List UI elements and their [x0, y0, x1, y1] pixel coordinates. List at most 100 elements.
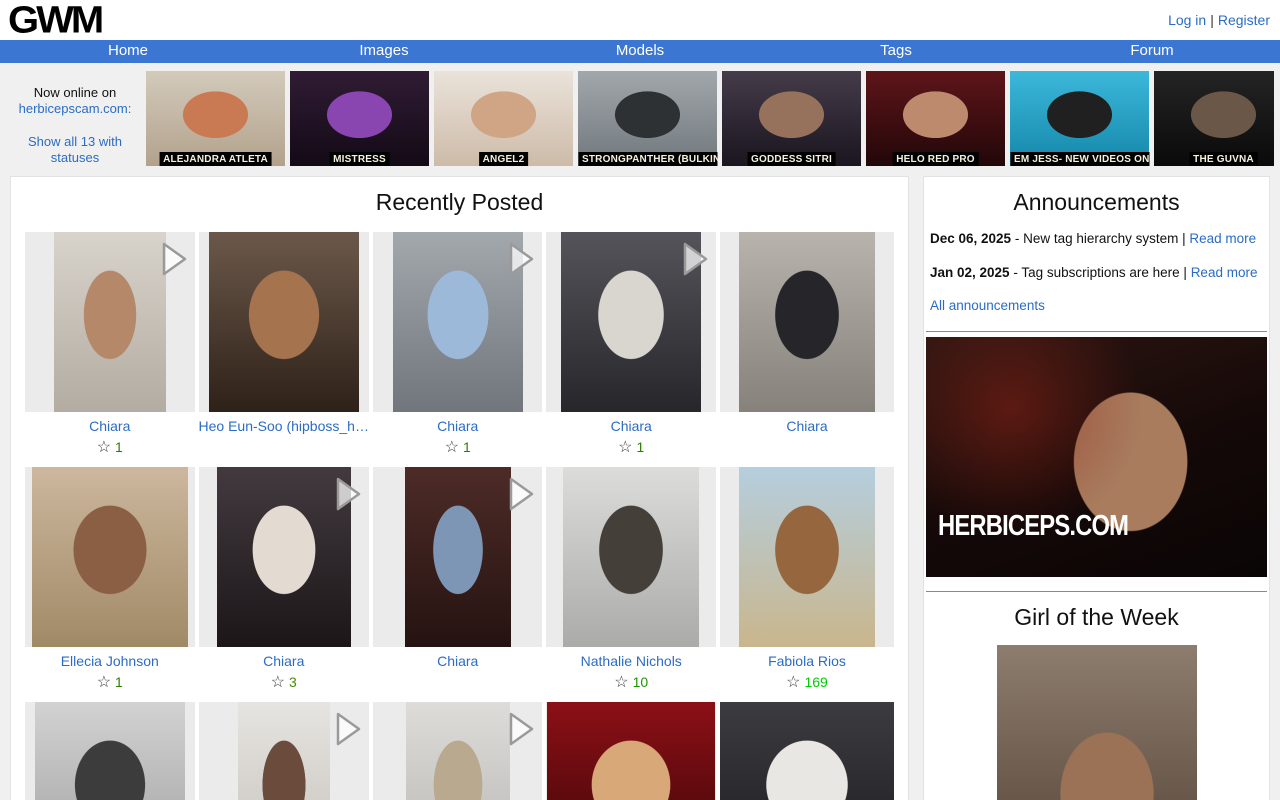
- post-model-link[interactable]: Chiara: [546, 418, 716, 434]
- post-thumbnail[interactable]: [720, 702, 894, 800]
- site-logo[interactable]: GWM: [8, 2, 101, 38]
- online-model-thumb[interactable]: GODDESS SITRI: [722, 71, 861, 166]
- star-count: 169: [804, 674, 827, 690]
- announcements-title: Announcements: [926, 189, 1267, 216]
- star-count-row: ☆1: [373, 437, 543, 455]
- online-model-thumb[interactable]: ANGEL2: [434, 71, 573, 166]
- girl-of-the-week-photo[interactable]: [997, 645, 1197, 800]
- post-cell: [546, 702, 716, 800]
- post-model-link[interactable]: Fabiola Rios: [720, 653, 894, 669]
- star-count-row: ☆1: [25, 672, 195, 690]
- post-cell: Chiara: [373, 467, 543, 690]
- model-name-caption: MISTRESS: [329, 152, 390, 166]
- read-more-link[interactable]: Read more: [1189, 231, 1256, 246]
- online-models-row: ALEJANDRA ATLETA MISTRESS ANGEL2 STRONGP…: [146, 71, 1274, 166]
- post-thumbnail[interactable]: [25, 232, 195, 412]
- post-cell: Nathalie Nichols ☆ 10: [546, 467, 716, 690]
- post-thumbnail[interactable]: [199, 232, 369, 412]
- auth-separator: |: [1210, 12, 1214, 28]
- nav-item-images[interactable]: Images: [256, 40, 512, 63]
- post-thumbnail[interactable]: [546, 467, 716, 647]
- nav-item-tags[interactable]: Tags: [768, 40, 1024, 63]
- divider: [926, 331, 1267, 332]
- post-photo: [739, 467, 875, 647]
- announcement-item: Dec 06, 2025 - New tag hierarchy system …: [930, 230, 1263, 249]
- post-photo: [209, 232, 359, 412]
- herbicepscam-link[interactable]: herbicepscam.com:: [19, 101, 132, 116]
- play-icon: [159, 240, 189, 283]
- online-model-thumb[interactable]: MISTRESS: [290, 71, 429, 166]
- announcement-text: - Tag subscriptions are here |: [1010, 265, 1191, 280]
- post-thumbnail[interactable]: [199, 702, 369, 800]
- post-thumbnail[interactable]: [373, 467, 543, 647]
- post-thumbnail[interactable]: [373, 232, 543, 412]
- model-name-caption: STRONGPANTHER (BULKIN: [578, 152, 717, 166]
- star-count-row: ☆3: [199, 672, 369, 690]
- star-icon: ☆: [614, 674, 628, 691]
- star-count-row: ☆169: [720, 672, 894, 690]
- announcement-date: Dec 06, 2025: [930, 231, 1011, 246]
- read-more-link[interactable]: Read more: [1191, 265, 1258, 280]
- post-model-link[interactable]: Chiara: [373, 653, 543, 669]
- online-line1: Now online on: [4, 85, 146, 101]
- nav-item-home[interactable]: Home: [0, 40, 256, 63]
- post-thumbnail[interactable]: [199, 467, 369, 647]
- post-thumbnail[interactable]: [25, 467, 195, 647]
- online-model-thumb[interactable]: THE GUVNA: [1154, 71, 1274, 166]
- online-info-panel: Now online on herbicepscam.com: Show all…: [4, 71, 146, 166]
- online-model-thumb[interactable]: ALEJANDRA ATLETA: [146, 71, 285, 166]
- star-icon: ☆: [271, 674, 285, 691]
- post-model-link[interactable]: Nathalie Nichols: [546, 653, 716, 669]
- post-model-link[interactable]: Chiara: [720, 418, 894, 434]
- content-area: Recently Posted Chiara ☆1: [0, 176, 1280, 800]
- model-name-caption: THE GUVNA: [1189, 152, 1258, 166]
- main-nav: HomeImagesModelsTagsForum: [0, 40, 1280, 63]
- post-model-link[interactable]: Ellecia Johnson: [25, 653, 195, 669]
- star-count: 1: [115, 439, 123, 455]
- post-cell: [199, 702, 369, 800]
- login-link[interactable]: Log in: [1168, 12, 1206, 28]
- post-thumbnail[interactable]: [25, 702, 195, 800]
- star-icon: ☆: [97, 439, 111, 456]
- post-thumbnail[interactable]: [546, 232, 716, 412]
- model-name-caption: GODDESS SITRI: [747, 152, 836, 166]
- star-icon: ☆: [445, 439, 459, 456]
- register-link[interactable]: Register: [1218, 12, 1270, 28]
- post-photo: [405, 467, 511, 647]
- post-cell: [25, 702, 195, 800]
- post-thumbnail[interactable]: [720, 232, 894, 412]
- play-icon: [506, 710, 536, 753]
- star-icon: ☆: [97, 674, 111, 691]
- post-photo: [35, 702, 185, 800]
- online-model-thumb[interactable]: HELO RED PRO: [866, 71, 1005, 166]
- recently-posted-title: Recently Posted: [11, 189, 908, 216]
- post-thumbnail[interactable]: [546, 702, 716, 800]
- post-thumbnail[interactable]: [720, 467, 894, 647]
- show-all-statuses-link[interactable]: Show all 13 with statuses: [28, 134, 122, 165]
- play-icon: [333, 475, 363, 518]
- post-thumbnail[interactable]: [373, 702, 543, 800]
- post-photo: [54, 232, 166, 412]
- star-icon: ☆: [618, 439, 632, 456]
- online-model-thumb[interactable]: EM JESS- NEW VIDEOS ON: [1010, 71, 1149, 166]
- star-icon: ☆: [786, 674, 800, 691]
- post-grid: Chiara ☆1 Heo Eun-Soo (hipboss_h…: [11, 224, 908, 800]
- post-model-link[interactable]: Chiara: [373, 418, 543, 434]
- nav-item-models[interactable]: Models: [512, 40, 768, 63]
- spacer: [4, 118, 146, 134]
- post-model-link[interactable]: Heo Eun-Soo (hipboss_h…: [199, 418, 369, 434]
- nav-item-forum[interactable]: Forum: [1024, 40, 1280, 63]
- post-photo: [720, 702, 894, 800]
- star-count: 10: [633, 674, 649, 690]
- herbiceps-ad-text: HERBICEPS.COM: [938, 510, 1128, 543]
- post-model-link[interactable]: Chiara: [199, 653, 369, 669]
- all-announcements-link[interactable]: All announcements: [930, 298, 1045, 313]
- online-model-thumb[interactable]: STRONGPANTHER (BULKIN: [578, 71, 717, 166]
- star-count: 1: [463, 439, 471, 455]
- post-cell: [720, 702, 894, 800]
- herbiceps-ad-banner[interactable]: HERBICEPS.COM: [926, 337, 1267, 577]
- post-model-link[interactable]: Chiara: [25, 418, 195, 434]
- model-name-caption: HELO RED PRO: [892, 152, 979, 166]
- post-photo: [547, 702, 715, 800]
- post-cell: Chiara: [720, 232, 894, 455]
